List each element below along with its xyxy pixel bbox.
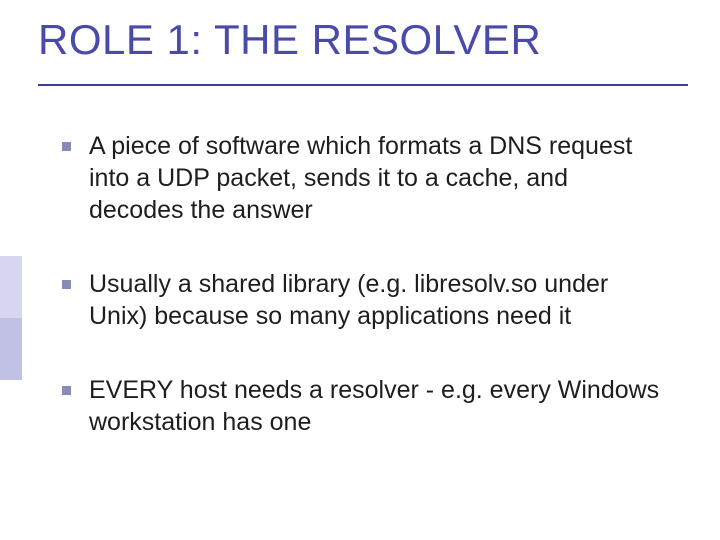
- square-bullet-icon: [62, 386, 71, 395]
- bullet-text: A piece of software which formats a DNS …: [89, 130, 662, 226]
- bullet-item: A piece of software which formats a DNS …: [62, 130, 662, 226]
- accent-block-mid: [0, 318, 22, 380]
- bullet-item: Usually a shared library (e.g. libresolv…: [62, 268, 662, 332]
- title-underline: [38, 84, 688, 86]
- slide-body: A piece of software which formats a DNS …: [62, 130, 662, 438]
- bullet-text: EVERY host needs a resolver - e.g. every…: [89, 374, 662, 438]
- slide: ROLE 1: THE RESOLVER A piece of software…: [0, 0, 720, 540]
- square-bullet-icon: [62, 280, 71, 289]
- bullet-item: EVERY host needs a resolver - e.g. every…: [62, 374, 662, 438]
- side-accents: [0, 0, 22, 540]
- square-bullet-icon: [62, 142, 71, 151]
- slide-title: ROLE 1: THE RESOLVER: [38, 16, 541, 64]
- bullet-text: Usually a shared library (e.g. libresolv…: [89, 268, 662, 332]
- accent-block-light: [0, 256, 22, 318]
